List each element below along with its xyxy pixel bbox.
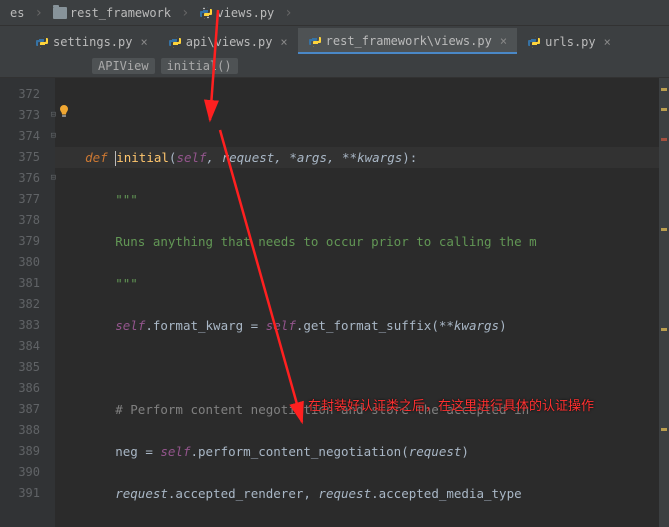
tab-urls[interactable]: urls.py ×: [517, 28, 621, 54]
error-marker[interactable]: [661, 138, 667, 141]
chevron-right-icon: ›: [284, 5, 292, 21]
python-icon: [35, 35, 49, 49]
warning-marker[interactable]: [661, 88, 667, 91]
code-area[interactable]: def initial(self, request, *args, **kwar…: [55, 78, 669, 527]
intention-bulb-icon[interactable]: [57, 104, 71, 118]
close-icon[interactable]: ×: [140, 35, 147, 49]
annotation-text: 在封装好认证类之后，在这里进行具体的认证操作: [308, 395, 594, 414]
python-icon: [308, 34, 322, 48]
tab-label: urls.py: [545, 35, 596, 49]
tab-settings[interactable]: settings.py ×: [25, 28, 158, 54]
warning-marker[interactable]: [661, 328, 667, 331]
close-icon[interactable]: ×: [604, 35, 611, 49]
chevron-right-icon: ›: [181, 5, 189, 21]
code-editor[interactable]: 3723733743753763773783793803813823833843…: [0, 78, 669, 527]
tab-label: settings.py: [53, 35, 132, 49]
close-icon[interactable]: ×: [280, 35, 287, 49]
error-stripe[interactable]: [659, 78, 669, 527]
editor-tabs: settings.py × api\views.py × rest_framew…: [0, 26, 669, 54]
python-icon: [527, 35, 541, 49]
tab-label: rest_framework\views.py: [326, 34, 492, 48]
breadcrumb-item[interactable]: rest_framework: [47, 4, 177, 22]
tab-framework-views[interactable]: rest_framework\views.py ×: [298, 28, 517, 54]
line-gutter: 3723733743753763773783793803813823833843…: [0, 78, 55, 527]
python-icon: [168, 35, 182, 49]
breadcrumb: es › rest_framework › views.py ›: [0, 0, 669, 26]
context-bar: APIView initial(): [0, 54, 669, 78]
tab-api-views[interactable]: api\views.py ×: [158, 28, 298, 54]
context-class[interactable]: APIView: [92, 58, 155, 74]
python-icon: [199, 6, 213, 20]
folder-icon: [53, 7, 67, 19]
tab-label: api\views.py: [186, 35, 273, 49]
warning-marker[interactable]: [661, 228, 667, 231]
close-icon[interactable]: ×: [500, 34, 507, 48]
context-method[interactable]: initial(): [161, 58, 238, 74]
breadcrumb-item[interactable]: views.py: [193, 4, 280, 22]
warning-marker[interactable]: [661, 108, 667, 111]
warning-marker[interactable]: [661, 428, 667, 431]
breadcrumb-item[interactable]: es: [4, 4, 30, 22]
chevron-right-icon: ›: [34, 5, 42, 21]
